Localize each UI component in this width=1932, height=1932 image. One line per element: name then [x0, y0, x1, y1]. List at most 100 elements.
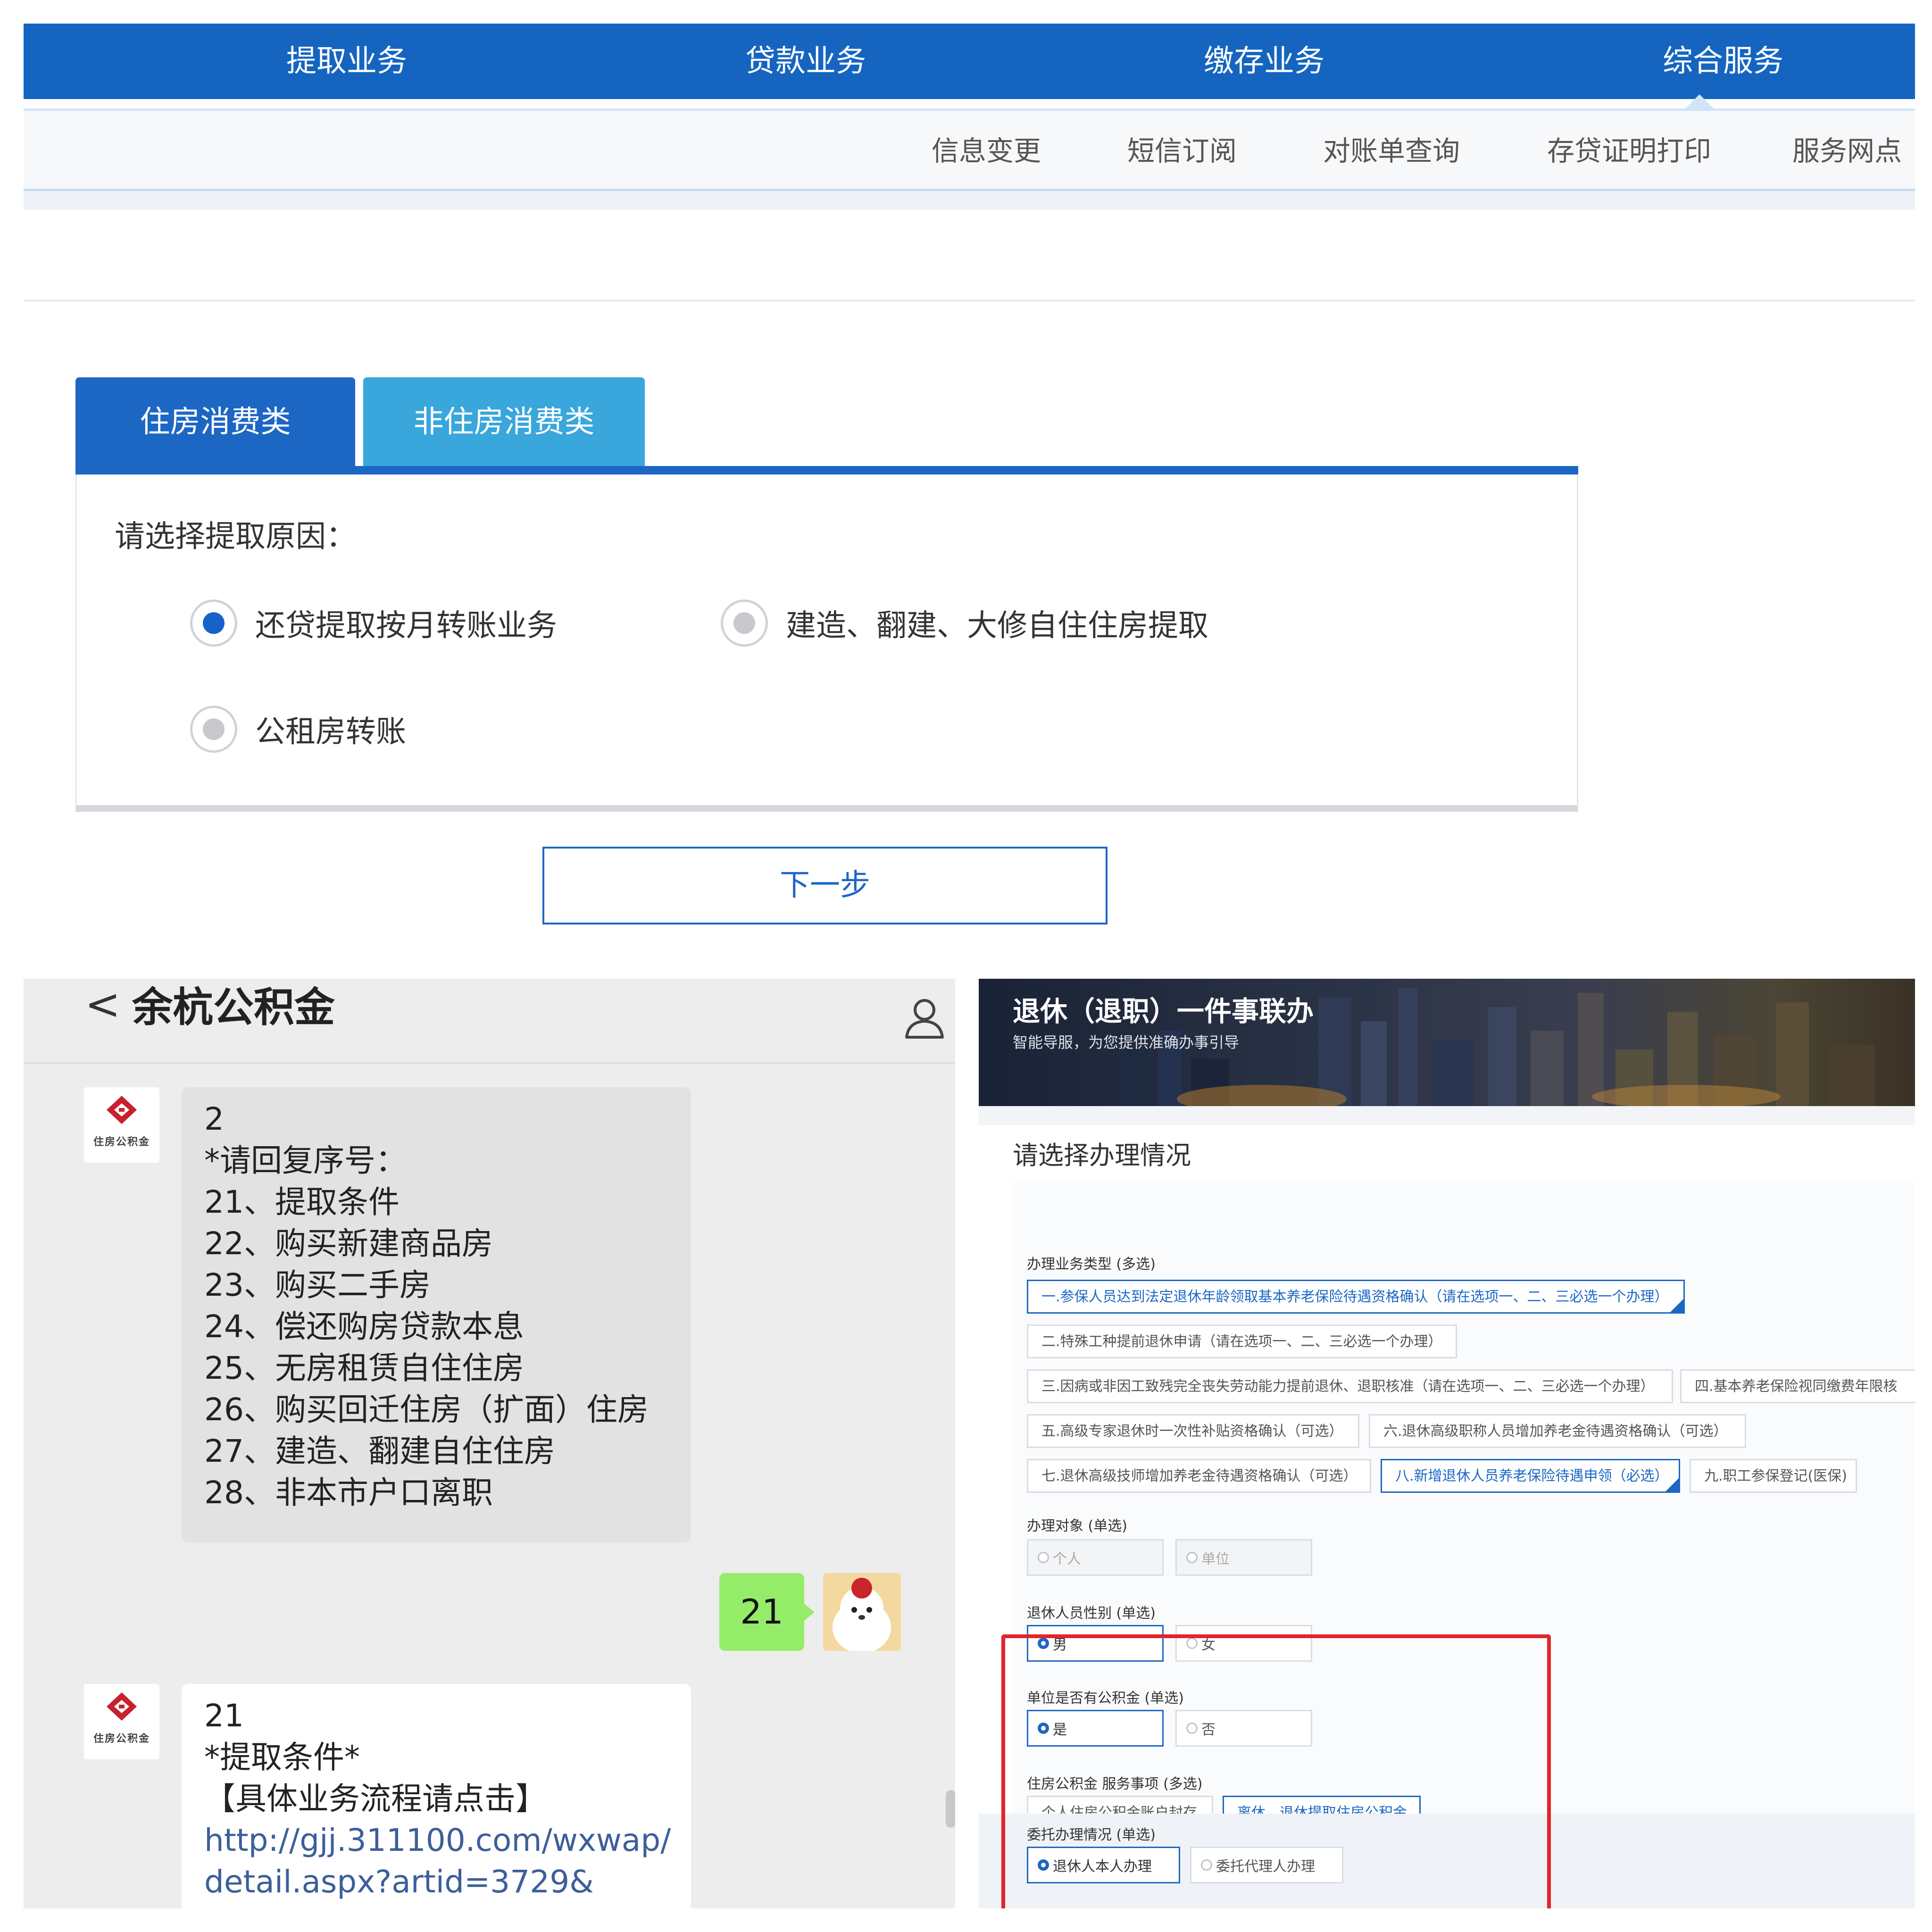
user-avatar[interactable]	[823, 1573, 901, 1651]
gender-label: 退休人员性别 (单选)	[1027, 1605, 1156, 1622]
reason-option-public-rental[interactable]: 公租房转账	[190, 706, 406, 753]
nav-loan[interactable]: 贷款业务	[674, 24, 938, 99]
gender-option-female[interactable]: 女	[1175, 1625, 1312, 1662]
chat-header: < 余杭公积金	[24, 979, 955, 1064]
option-label: 退休人本人办理	[1053, 1858, 1152, 1875]
gender-option-male[interactable]: 男	[1027, 1625, 1164, 1662]
housing-fund-logo-icon	[107, 1096, 137, 1124]
reason-option-label: 公租房转账	[255, 715, 406, 749]
chip-label: 四.基本养老保险视同缴费年限核	[1695, 1378, 1898, 1395]
radio-unchecked-icon[interactable]	[190, 706, 237, 753]
subnav-statement-query[interactable]: 对账单查询	[1323, 129, 1460, 168]
option-label: 单位	[1201, 1551, 1230, 1567]
radio-checked-icon	[1038, 1723, 1049, 1734]
message-bubble-menu: 2 *请回复序号： 21、提取条件 22、购买新建商品房 23、购买二手房 24…	[182, 1087, 691, 1542]
nav-active-indicator	[1685, 94, 1714, 108]
radio-unchecked-icon[interactable]	[721, 600, 768, 647]
has-fund-label: 单位是否有公积金 (单选)	[1027, 1690, 1184, 1707]
message-line: 21	[204, 1698, 244, 1734]
radio-icon	[1186, 1723, 1198, 1734]
official-account-avatar[interactable]: 住房公积金	[84, 1684, 159, 1759]
message-line: 2	[204, 1101, 224, 1137]
subnav-service-outlets[interactable]: 服务网点	[1792, 129, 1902, 168]
message-link[interactable]: detail.aspx?artid=3729&	[204, 1861, 668, 1903]
business-type-chip-9[interactable]: 九.职工参保登记(医保)	[1690, 1459, 1857, 1493]
has-fund-option-yes[interactable]: 是	[1027, 1710, 1164, 1747]
message-bubble-withdrawal-conditions: 21 *提取条件* 【具体业务流程请点击】 http://gjj.311100.…	[182, 1684, 691, 1908]
nav-withdrawal[interactable]: 提取业务	[215, 24, 479, 99]
message-line: 22、购买新建商品房	[204, 1225, 493, 1262]
radio-icon	[1186, 1552, 1198, 1563]
option-label: 女	[1201, 1637, 1216, 1653]
target-label: 办理对象 (单选)	[1027, 1518, 1127, 1534]
dog-avatar-icon	[823, 1573, 901, 1651]
banner-title: 退休（退职）一件事联办	[1013, 995, 1314, 1027]
sent-bubble-tail	[804, 1604, 815, 1621]
fund-service-label: 住房公积金 服务事项 (多选)	[1027, 1776, 1203, 1792]
business-type-chip-4[interactable]: 四.基本养老保险视同缴费年限核	[1680, 1369, 1915, 1403]
message-line: 21、提取条件	[204, 1184, 400, 1220]
next-step-button[interactable]: 下一步	[542, 847, 1108, 924]
radio-icon	[1038, 1552, 1049, 1563]
selected-corner-icon	[1664, 1477, 1680, 1493]
target-option-individual[interactable]: 个人	[1027, 1539, 1164, 1576]
nav-deposit[interactable]: 缴存业务	[1132, 24, 1396, 99]
selected-corner-icon	[1669, 1298, 1685, 1314]
chip-label: 九.职工参保登记(医保)	[1704, 1468, 1847, 1484]
tab-non-housing-consumption[interactable]: 非住房消费类	[363, 377, 645, 469]
radio-icon	[1201, 1859, 1212, 1871]
main-nav-bar: 提取业务 贷款业务 缴存业务 综合服务	[24, 24, 1915, 99]
back-arrow-icon[interactable]: <	[85, 983, 120, 1026]
business-type-chip-3[interactable]: 三.因病或非因工致残完全丧失劳动能力提前退休、退职核准（请在选项一、二、三必选一…	[1027, 1369, 1673, 1403]
subnav-sms-subscription[interactable]: 短信订阅	[1127, 129, 1237, 168]
chip-label: 七.退休高级技师增加养老金待遇资格确认（可选）	[1041, 1468, 1357, 1484]
banner-divider	[979, 1106, 1915, 1125]
chip-label: 五.高级专家退休时一次性补贴资格确认（可选）	[1041, 1423, 1343, 1440]
business-type-chip-6[interactable]: 六.退休高级职称人员增加养老金待遇资格确认（可选）	[1369, 1414, 1746, 1448]
person-profile-icon[interactable]	[901, 993, 948, 1040]
message-line: 25、无房租赁自住住房	[204, 1350, 524, 1386]
reason-option-label: 建造、翻建、大修自住住房提取	[786, 608, 1208, 643]
chip-label: 八.新增退休人员养老保险待遇申领（必选）	[1395, 1468, 1669, 1484]
chip-label: 六.退休高级职称人员增加养老金待遇资格确认（可选）	[1383, 1423, 1728, 1440]
official-account-avatar[interactable]: 住房公积金	[84, 1087, 159, 1163]
housing-fund-logo-icon	[107, 1692, 137, 1721]
retirement-service-page: 退休（退职）一件事联办 智能导服，为您提供准确办事引导 请选择办理情况 办理业务…	[979, 979, 1915, 1908]
reason-option-loan-repayment[interactable]: 还贷提取按月转账业务	[190, 600, 557, 647]
business-type-chip-7[interactable]: 七.退休高级技师增加养老金待遇资格确认（可选）	[1027, 1459, 1371, 1493]
tab-housing-consumption[interactable]: 住房消费类	[75, 377, 355, 469]
entrust-option-self[interactable]: 退休人本人办理	[1027, 1847, 1180, 1883]
business-type-chip-2[interactable]: 二.特殊工种提前退休申请（请在选项一、二、三必选一个办理）	[1027, 1324, 1457, 1358]
radio-checked-icon[interactable]	[190, 600, 237, 647]
business-type-chip-1[interactable]: 一.参保人员达到法定退休年龄领取基本养老保险待遇资格确认（请在选项一、二、三必选…	[1027, 1280, 1685, 1314]
message-link[interactable]: http://gjj.311100.com/wxwap/	[204, 1820, 671, 1861]
city-banner: 退休（退职）一件事联办 智能导服，为您提供准确办事引导	[979, 979, 1915, 1106]
subnav-info-change[interactable]: 信息变更	[932, 129, 1041, 168]
message-line: 26、购买回迁住房（扩面）住房	[204, 1391, 649, 1428]
subnav-certificate-print[interactable]: 存贷证明打印	[1547, 129, 1711, 168]
option-label: 否	[1201, 1722, 1216, 1738]
message-line: 23、购买二手房	[204, 1267, 431, 1303]
chat-scrollbar[interactable]	[946, 1790, 955, 1828]
nav-general-services[interactable]: 综合服务	[1591, 24, 1855, 99]
reason-prompt: 请选择提取原因：	[115, 519, 356, 554]
business-type-chip-5[interactable]: 五.高级专家退休时一次性补贴资格确认（可选）	[1027, 1414, 1359, 1448]
reason-option-build-renovate[interactable]: 建造、翻建、大修自住住房提取	[721, 600, 1208, 647]
message-line: *请回复序号：	[204, 1142, 407, 1179]
section-title: 请选择办理情况	[1013, 1141, 1191, 1170]
entrust-label: 委托办理情况 (单选)	[1027, 1827, 1156, 1843]
divider	[24, 300, 1915, 301]
sub-nav-bar: 信息变更 短信订阅 对账单查询 存贷证明打印 服务网点	[24, 108, 1915, 191]
reason-form: 请选择提取原因： 还贷提取按月转账业务 建造、翻建、大修自住住房提取 公租房转账	[75, 475, 1578, 812]
business-type-chip-8[interactable]: 八.新增退休人员养老保险待遇申领（必选）	[1381, 1459, 1680, 1493]
entrust-option-agent[interactable]: 委托代理人办理	[1190, 1847, 1343, 1883]
wechat-chat-window: < 余杭公积金 住房公积金 2 *请回复序号： 21、提取条件 22、购买新建商…	[24, 979, 955, 1908]
situation-form: 办理业务类型 (多选) 一.参保人员达到法定退休年龄领取基本养老保险待遇资格确认…	[1013, 1182, 1915, 1908]
option-label: 个人	[1053, 1551, 1081, 1567]
message-line: 28、非本市户口离职	[204, 1474, 493, 1511]
business-type-label: 办理业务类型 (多选)	[1027, 1256, 1156, 1273]
has-fund-option-no[interactable]: 否	[1175, 1710, 1312, 1747]
logo-text: 住房公积金	[93, 1136, 150, 1148]
target-option-unit[interactable]: 单位	[1175, 1539, 1312, 1576]
radio-icon	[1186, 1638, 1198, 1649]
